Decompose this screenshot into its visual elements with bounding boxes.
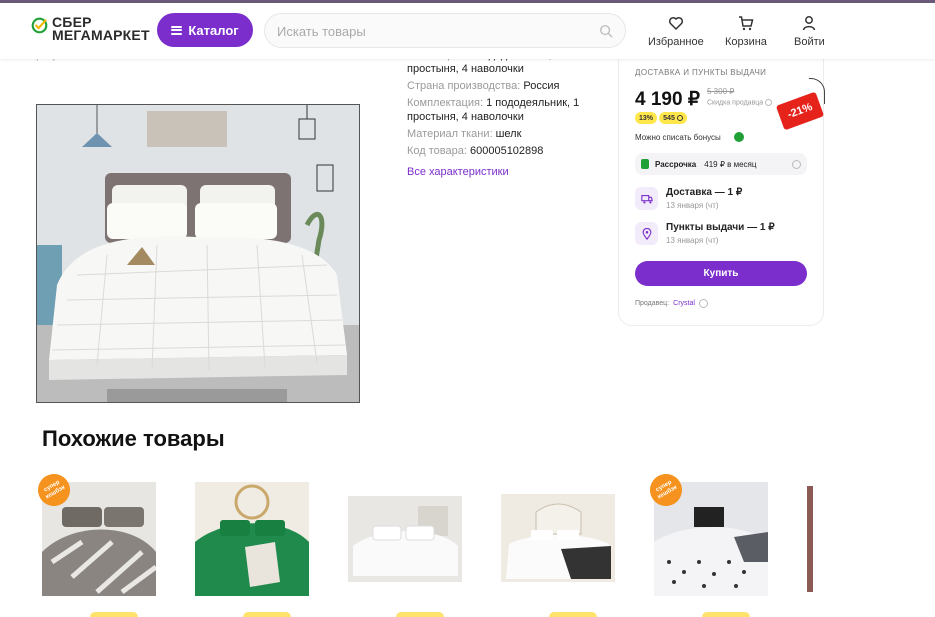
spec-key: Код товара:: [407, 145, 467, 157]
spec-row: Страна производства: Россия: [407, 79, 607, 93]
delivery-option[interactable]: Доставка — 1 ₽ 13 января (чт): [635, 187, 742, 210]
spec-row: Код товара: 600005102898: [407, 144, 607, 158]
bedding-photo: [37, 105, 359, 402]
old-price: 5 300 ₽: [707, 87, 735, 96]
bonus-write-off: Можно списать бонусы: [635, 133, 721, 142]
product-thumbnail[interactable]: [348, 496, 462, 582]
spec-key: Комплектация:: [407, 97, 484, 109]
installment-icon: [641, 159, 649, 169]
product-image[interactable]: [36, 104, 360, 403]
spec-row: Комплектация: 1 пододеяльник, 1 простыня…: [407, 96, 607, 124]
seller-label: Продавец:: [635, 300, 670, 307]
info-icon[interactable]: [765, 99, 773, 106]
nav-login-label: Войти: [794, 36, 825, 48]
delivery-heading: ДОСТАВКА И ПУНКТЫ ВЫДАЧИ: [635, 68, 767, 77]
price-badge: [243, 612, 291, 617]
pin-icon: [635, 222, 658, 245]
installment-label: Рассрочка: [655, 159, 697, 169]
installment-row[interactable]: Рассрочка 419 ₽ в месяц: [635, 153, 807, 175]
catalog-button[interactable]: Каталог: [157, 13, 253, 47]
price-badge: [702, 612, 750, 617]
similar-products-title: Похожие товары: [42, 426, 225, 451]
site-header: СБЕР МЕГАМАРКЕТ Каталог Избранное Корзин…: [0, 3, 935, 59]
price-badge: [549, 612, 597, 617]
logo-check-icon: [31, 17, 48, 34]
pickup-date: 13 января (чт): [666, 236, 719, 245]
pickup-option[interactable]: Пункты выдачи — 1 ₽ 13 января (чт): [635, 222, 775, 245]
nav-cart[interactable]: Корзина: [725, 15, 767, 48]
sber-bonus-icon: [734, 132, 744, 142]
logo-line2: МЕГАМАРКЕТ: [52, 27, 150, 43]
bonus-coin-icon: [676, 115, 683, 121]
search-icon[interactable]: [599, 24, 613, 38]
product-thumbnail[interactable]: [501, 494, 615, 582]
delivery-date: 13 января (чт): [666, 201, 719, 210]
spec-row: Материал ткани: шелк: [407, 127, 607, 141]
search-box[interactable]: [264, 13, 626, 48]
info-icon[interactable]: [698, 299, 708, 308]
discount-label-text: Скидка продавца: [707, 99, 764, 107]
price-badge: [90, 612, 138, 617]
current-price: 4 190 ₽: [635, 89, 700, 110]
seller-row: Продавец: Crystal: [635, 299, 708, 308]
all-specs-link[interactable]: Все характеристики: [407, 166, 509, 178]
buy-box: ДОСТАВКА И ПУНКТЫ ВЫДАЧИ 4 190 ₽ 5 300 ₽…: [618, 40, 825, 326]
nav-cart-label: Корзина: [725, 36, 767, 48]
heart-icon: [668, 16, 683, 31]
bonus-percent-badge: 13%: [635, 112, 657, 124]
discount-tag: -21%: [775, 91, 825, 131]
spec-key: Материал ткани:: [407, 128, 493, 140]
delivery-title: Доставка — 1 ₽: [666, 187, 743, 198]
truck-icon: [635, 187, 658, 210]
nav-login[interactable]: Войти: [794, 15, 825, 48]
installment-value: 419 ₽ в месяц: [704, 159, 757, 169]
spec-value: шелк: [495, 128, 522, 140]
spec-value: 600005102898: [469, 145, 544, 157]
seller-link[interactable]: Crystal: [673, 300, 695, 307]
spec-key: Страна производства:: [407, 80, 521, 92]
user-icon: [803, 16, 816, 31]
product-thumbnail[interactable]: [807, 486, 813, 592]
spec-value: Россия: [523, 80, 560, 92]
nav-favorites[interactable]: Избранное: [648, 15, 704, 48]
product-specs: Коллекция: 1 пододеяльник, 1 простыня, 4…: [407, 48, 607, 161]
catalog-label: Каталог: [188, 22, 239, 38]
product-thumbnail[interactable]: [195, 482, 309, 596]
info-icon[interactable]: [792, 159, 801, 169]
search-input[interactable]: [277, 22, 587, 40]
bonus-amount-badge: 545: [659, 112, 687, 124]
logo[interactable]: СБЕР МЕГАМАРКЕТ: [31, 15, 150, 43]
price-badge: [396, 612, 444, 617]
menu-icon: [171, 25, 183, 35]
nav-favorites-label: Избранное: [648, 36, 704, 48]
pickup-title: Пункты выдачи — 1 ₽: [666, 222, 775, 233]
buy-button[interactable]: Купить: [635, 261, 807, 286]
discount-label: Скидка продавца: [707, 99, 773, 107]
bonus-amount: 545: [663, 114, 675, 122]
cart-icon: [738, 16, 754, 31]
